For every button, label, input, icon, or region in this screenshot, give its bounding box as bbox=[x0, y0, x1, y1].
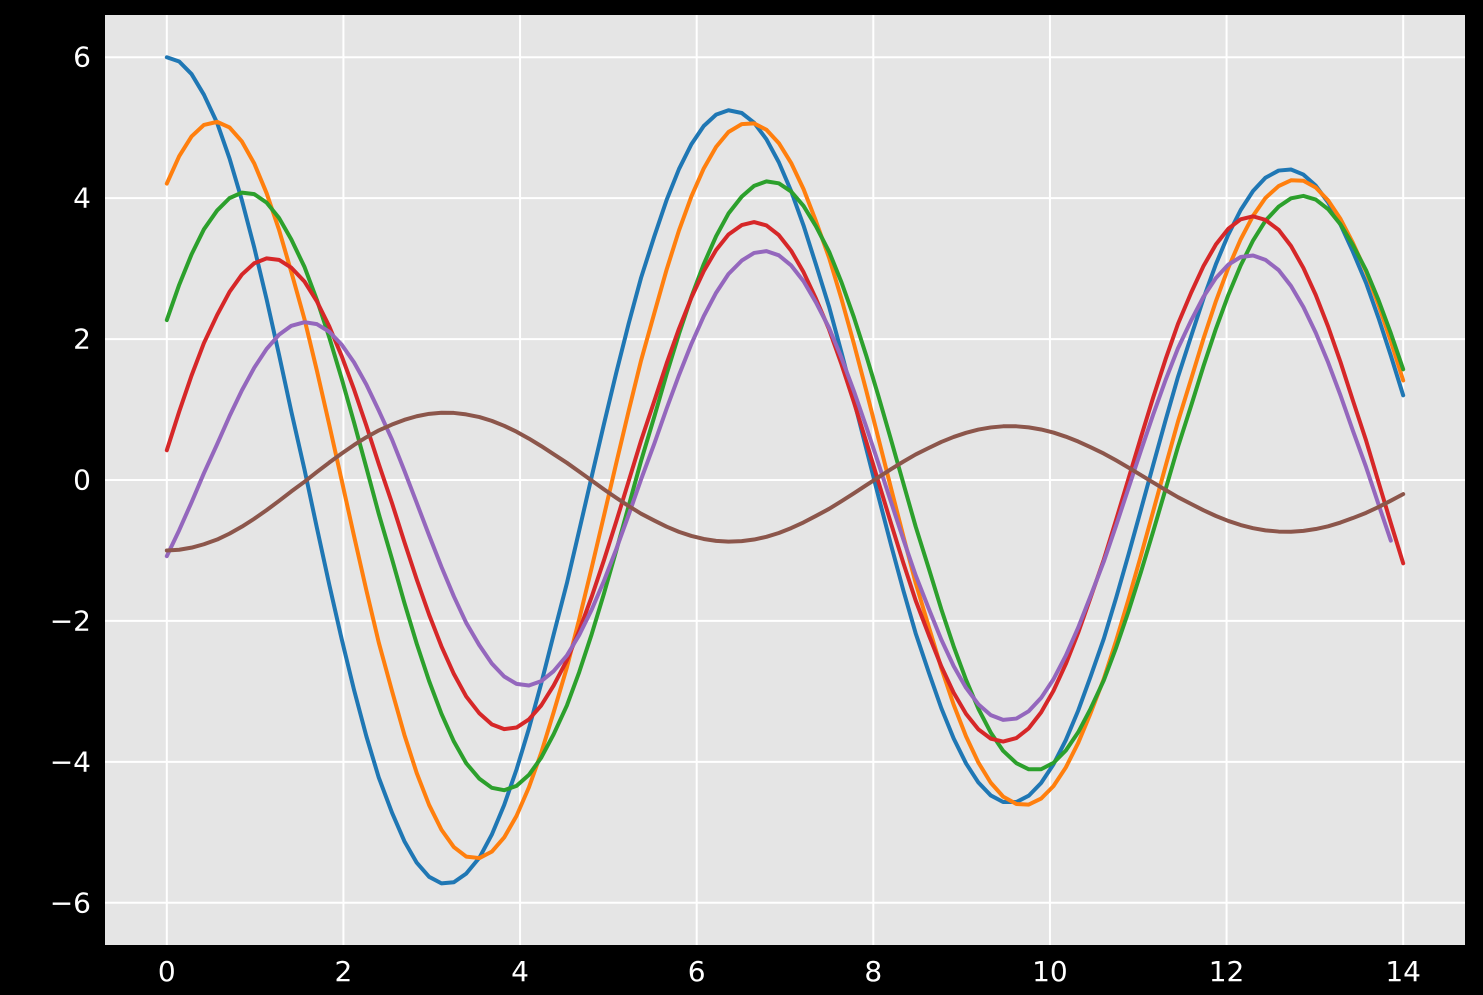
y-tick-label: 2 bbox=[73, 323, 91, 356]
series-3 bbox=[167, 181, 1403, 790]
figure: 0 2 4 6 8 10 12 14 −6 −4 −2 0 2 4 6 bbox=[0, 0, 1483, 995]
x-tick-label: 8 bbox=[864, 955, 882, 988]
y-tick-label: −6 bbox=[50, 886, 91, 919]
y-tick-label: 6 bbox=[73, 41, 91, 74]
series-1 bbox=[167, 57, 1403, 883]
series-2 bbox=[167, 122, 1403, 858]
y-tick-label: −4 bbox=[50, 745, 91, 778]
x-tick-label: 4 bbox=[511, 955, 529, 988]
y-tick-label: −2 bbox=[50, 604, 91, 637]
y-tick-label: 0 bbox=[73, 464, 91, 497]
x-tick-label: 14 bbox=[1385, 955, 1421, 988]
plot-svg bbox=[105, 15, 1465, 945]
x-tick-label: 10 bbox=[1032, 955, 1068, 988]
y-tick-label: 4 bbox=[73, 182, 91, 215]
x-tick-label: 12 bbox=[1209, 955, 1245, 988]
x-tick-label: 0 bbox=[158, 955, 176, 988]
x-tick-label: 2 bbox=[335, 955, 353, 988]
x-tick-label: 6 bbox=[688, 955, 706, 988]
